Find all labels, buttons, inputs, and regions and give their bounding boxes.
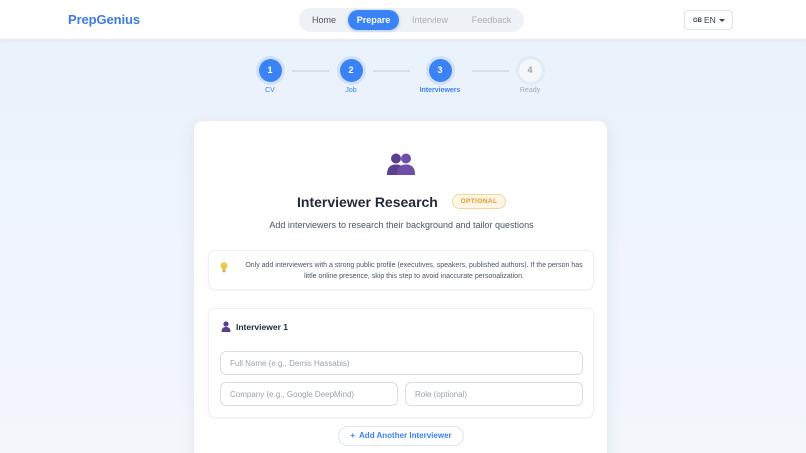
optional-badge: OPTIONAL — [452, 194, 506, 209]
interviewer-research-card: Interviewer Research OPTIONAL Add interv… — [193, 120, 608, 453]
add-interviewer-label: Add Another Interviewer — [359, 431, 452, 440]
step-number: 1 — [258, 59, 282, 82]
language-code: EN — [704, 15, 716, 25]
top-header: PrepGenius Home Prepare Interview Feedba… — [0, 0, 806, 40]
step-interviewers[interactable]: 3 Interviewers — [410, 59, 470, 94]
nav-prepare[interactable]: Prepare — [348, 10, 399, 30]
step-ready: 4 Ready — [500, 59, 560, 94]
chevron-down-icon — [719, 19, 725, 22]
tip-box: Only add interviewers with a strong publ… — [208, 250, 594, 290]
step-label: Ready — [519, 87, 541, 94]
step-label: CV — [265, 87, 275, 94]
tip-text: Only add interviewers with a strong publ… — [245, 262, 583, 280]
lightbulb-icon — [220, 262, 228, 273]
step-cv[interactable]: 1 CV — [240, 59, 300, 94]
main-nav: Home Prepare Interview Feedback — [299, 8, 524, 32]
interviewer-title: Interviewer 1 — [236, 322, 288, 332]
flag-icon: GB — [693, 18, 702, 24]
interviewer-form: Interviewer 1 — [208, 308, 594, 418]
add-interviewer-button[interactable]: + Add Another Interviewer — [338, 426, 464, 446]
nav-feedback[interactable]: Feedback — [461, 12, 522, 28]
role-input[interactable] — [405, 382, 583, 406]
step-number: 3 — [428, 59, 452, 82]
card-subtitle: Add interviewers to research their backg… — [269, 220, 534, 230]
people-icon — [387, 153, 415, 175]
plus-icon: + — [350, 431, 356, 440]
language-selector[interactable]: GB EN — [684, 10, 733, 30]
step-label: Job — [345, 87, 357, 94]
step-number: 4 — [518, 59, 542, 82]
person-icon — [221, 321, 231, 332]
company-input[interactable] — [220, 382, 398, 406]
card-title: Interviewer Research — [297, 194, 438, 210]
nav-home[interactable]: Home — [303, 12, 345, 28]
step-number: 2 — [339, 59, 363, 82]
full-name-input[interactable] — [220, 351, 583, 375]
nav-interview[interactable]: Interview — [403, 12, 457, 28]
step-job[interactable]: 2 Job — [321, 59, 381, 94]
brand-logo[interactable]: PrepGenius — [68, 12, 140, 27]
step-label: Interviewers — [419, 87, 461, 94]
